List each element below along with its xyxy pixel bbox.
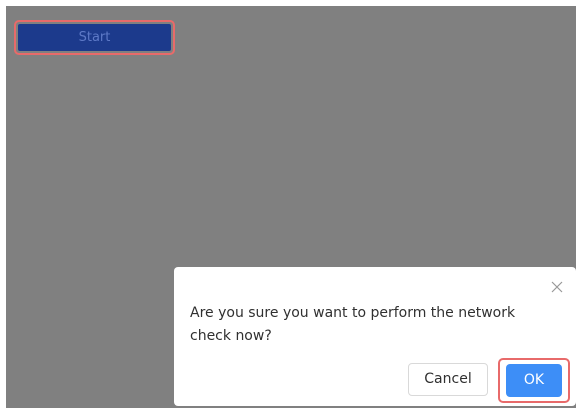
ok-button[interactable]: OK: [506, 364, 562, 397]
start-button-highlight: Start: [14, 20, 175, 55]
close-icon[interactable]: [550, 279, 564, 293]
ok-button-highlight: OK: [498, 358, 570, 403]
cancel-button[interactable]: Cancel: [408, 363, 488, 396]
dialog-message: Are you sure you want to perform the net…: [190, 305, 516, 344]
confirm-dialog: Are you sure you want to perform the net…: [174, 267, 576, 406]
app-screen: Start Are you sure you want to perform t…: [6, 6, 576, 408]
start-button[interactable]: Start: [18, 24, 171, 51]
